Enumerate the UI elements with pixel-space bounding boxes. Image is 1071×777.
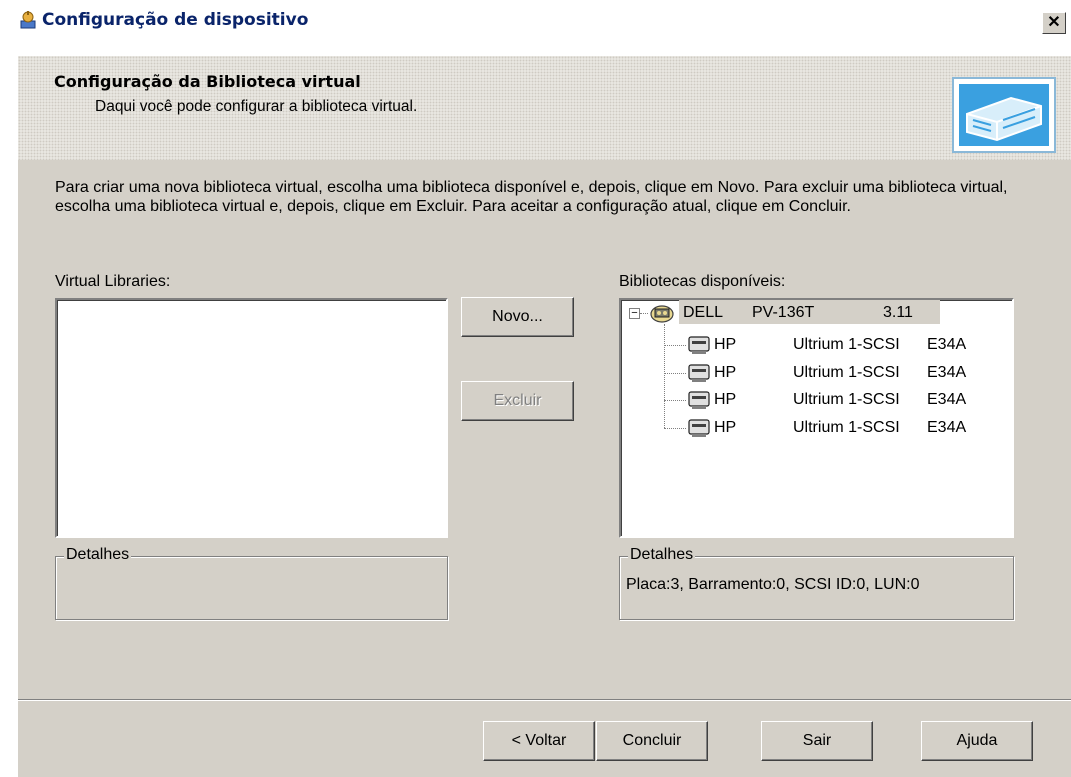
library-revision: 3.11 — [883, 304, 913, 321]
page-subtitle: Daqui você pode configurar a biblioteca … — [95, 98, 418, 115]
tape-drive-icon — [688, 419, 710, 437]
drive-model: Ultrium 1-SCSI — [793, 391, 900, 408]
virtual-libraries-label: Virtual Libraries: — [55, 273, 171, 290]
excluir-button[interactable]: Excluir — [461, 381, 574, 421]
collapse-icon[interactable]: − — [629, 308, 640, 319]
tree-node-drive[interactable]: HP Ultrium 1-SCSI E34A — [621, 417, 1011, 439]
window-title: Configuração de dispositivo — [42, 10, 309, 30]
tape-library-icon — [952, 77, 1056, 153]
drive-revision: E34A — [927, 391, 967, 408]
tape-drive-icon — [688, 364, 710, 382]
drive-revision: E34A — [927, 419, 967, 436]
available-details-group: Detalhes Placa:3, Barramento:0, SCSI ID:… — [619, 546, 1014, 620]
voltar-button[interactable]: < Voltar — [483, 721, 595, 761]
concluir-button[interactable]: Concluir — [596, 721, 708, 761]
available-details-text: Placa:3, Barramento:0, SCSI ID:0, LUN:0 — [626, 576, 920, 593]
virtual-details-group: Detalhes — [55, 546, 448, 620]
tree-node-drive[interactable]: HP Ultrium 1-SCSI E34A — [621, 334, 1011, 356]
wizard-body: Para criar uma nova biblioteca virtual, … — [18, 160, 1071, 777]
drive-vendor: HP — [714, 419, 737, 436]
device-config-icon — [20, 11, 36, 29]
available-libraries-label: Bibliotecas disponíveis: — [619, 273, 786, 290]
drive-model: Ultrium 1-SCSI — [793, 336, 900, 353]
drive-model: Ultrium 1-SCSI — [793, 419, 900, 436]
title-bar: Configuração de dispositivo ✕ — [0, 0, 1071, 34]
drive-vendor: HP — [714, 336, 737, 353]
drive-revision: E34A — [927, 336, 967, 353]
close-icon: ✕ — [1047, 14, 1061, 31]
drive-revision: E34A — [927, 364, 967, 381]
footer-separator — [18, 699, 1071, 701]
virtual-details-label: Detalhes — [64, 546, 132, 564]
library-icon — [650, 305, 674, 323]
available-details-label: Detalhes — [628, 546, 696, 564]
tree-node-drive[interactable]: HP Ultrium 1-SCSI E34A — [621, 362, 1011, 384]
tape-drive-icon — [688, 336, 710, 354]
library-vendor: DELL — [683, 304, 724, 321]
tree-node-library[interactable]: − DELL PV-136T 3.11 — [621, 302, 1011, 324]
tape-drive-icon — [688, 391, 710, 409]
drive-model: Ultrium 1-SCSI — [793, 364, 900, 381]
ajuda-button[interactable]: Ajuda — [921, 721, 1033, 761]
close-button[interactable]: ✕ — [1042, 12, 1066, 34]
novo-button[interactable]: Novo... — [461, 297, 574, 337]
virtual-libraries-list[interactable] — [55, 298, 448, 538]
library-model: PV-136T — [752, 304, 815, 321]
instructions-text: Para criar uma nova biblioteca virtual, … — [55, 179, 1008, 215]
wizard-header: Configuração da Biblioteca virtual Daqui… — [18, 56, 1071, 160]
drive-vendor: HP — [714, 364, 737, 381]
available-libraries-tree[interactable]: − DELL PV-136T 3.11 HP Ultrium 1-SCSI E3… — [619, 298, 1014, 538]
drive-vendor: HP — [714, 391, 737, 408]
page-title: Configuração da Biblioteca virtual — [54, 72, 361, 91]
tree-node-drive[interactable]: HP Ultrium 1-SCSI E34A — [621, 389, 1011, 411]
sair-button[interactable]: Sair — [761, 721, 873, 761]
